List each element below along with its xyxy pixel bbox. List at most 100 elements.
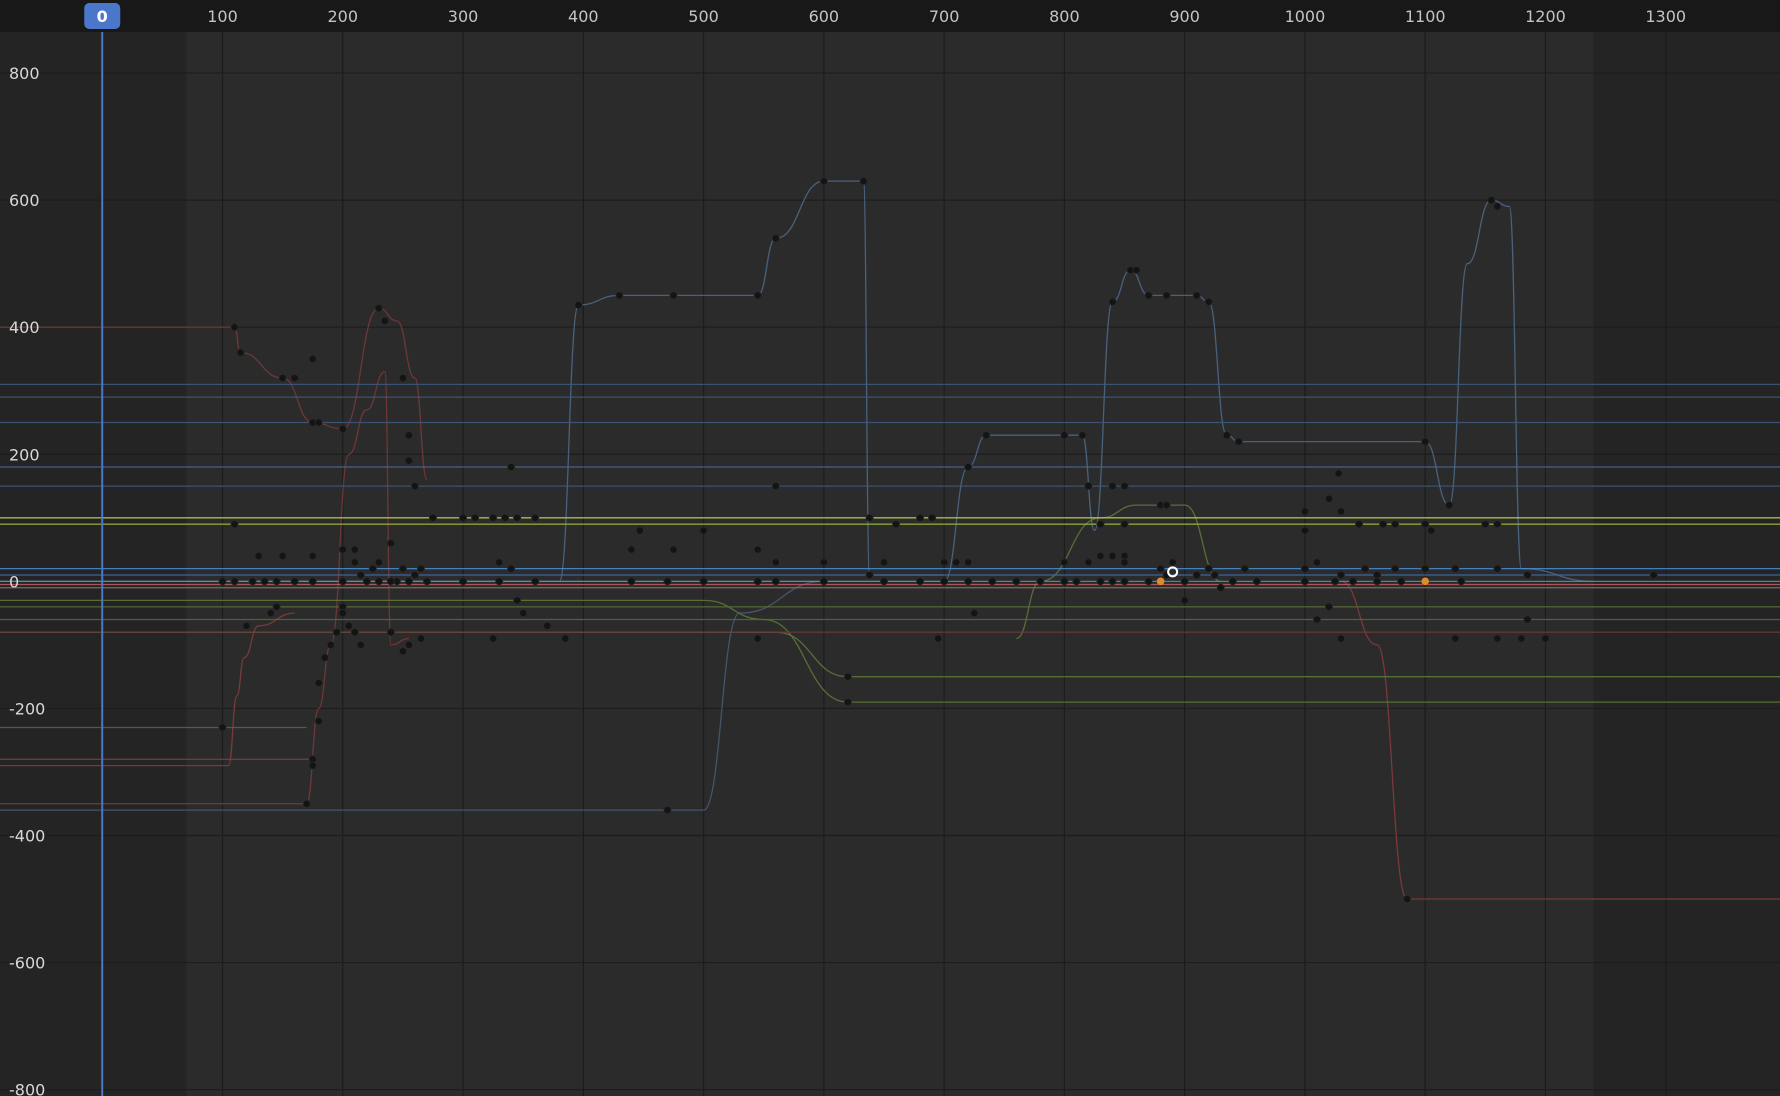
- keyframe-point[interactable]: [338, 609, 347, 618]
- keyframe-point[interactable]: [320, 653, 329, 662]
- keyframe-point[interactable]: [471, 513, 480, 522]
- keyframe-point[interactable]: [627, 577, 636, 586]
- keyframe-point[interactable]: [416, 634, 425, 643]
- keyframe-point[interactable]: [422, 577, 431, 586]
- keyframe-point[interactable]: [1180, 596, 1189, 605]
- keyframe-point[interactable]: [1451, 634, 1460, 643]
- keyframe-point[interactable]: [290, 577, 299, 586]
- keyframe-point[interactable]: [982, 431, 991, 440]
- keyframe-point[interactable]: [290, 374, 299, 383]
- keyframe-point[interactable]: [1337, 571, 1346, 580]
- keyframe-point[interactable]: [374, 577, 383, 586]
- keyframe-point[interactable]: [362, 577, 371, 586]
- keyframe-point[interactable]: [338, 545, 347, 554]
- keyframe-point[interactable]: [1373, 577, 1382, 586]
- keyframe-point[interactable]: [1060, 431, 1069, 440]
- keyframe-point[interactable]: [507, 462, 516, 471]
- keyframe-point[interactable]: [308, 551, 317, 560]
- keyframe-point[interactable]: [1493, 520, 1502, 529]
- keyframe-point[interactable]: [1391, 520, 1400, 529]
- keyframe-point[interactable]: [819, 558, 828, 567]
- keyframe-point[interactable]: [1156, 564, 1165, 573]
- keyframe-point[interactable]: [1300, 507, 1309, 516]
- keyframe-point[interactable]: [1060, 558, 1069, 567]
- keyframe-point[interactable]: [663, 806, 672, 815]
- keyframe-point[interactable]: [771, 234, 780, 243]
- keyframe-point[interactable]: [302, 799, 311, 808]
- keyframe-point[interactable]: [699, 577, 708, 586]
- keyframe-point[interactable]: [1523, 615, 1532, 624]
- keyframe-point[interactable]: [663, 577, 672, 586]
- keyframe-point[interactable]: [230, 323, 239, 332]
- keyframe-point[interactable]: [459, 513, 468, 522]
- keyframe-point[interactable]: [1421, 564, 1430, 573]
- keyframe-point[interactable]: [519, 609, 528, 618]
- keyframe-point[interactable]: [1391, 564, 1400, 573]
- keyframe-point[interactable]: [753, 634, 762, 643]
- keyframe-point[interactable]: [272, 577, 281, 586]
- keyframe-point[interactable]: [218, 577, 227, 586]
- keyframe-point[interactable]: [1144, 577, 1153, 586]
- keyframe-point[interactable]: [1523, 571, 1532, 580]
- keyframe-point[interactable]: [374, 558, 383, 567]
- keyframe-point[interactable]: [386, 539, 395, 548]
- keyframe-point[interactable]: [1168, 558, 1177, 567]
- keyframe-point[interactable]: [1541, 634, 1550, 643]
- keyframe-point[interactable]: [928, 513, 937, 522]
- keyframe-point[interactable]: [386, 577, 395, 586]
- keyframe-point[interactable]: [314, 717, 323, 726]
- keyframe-point[interactable]: [266, 609, 275, 618]
- keyframe-point[interactable]: [1493, 564, 1502, 573]
- keyframe-point[interactable]: [1210, 571, 1219, 580]
- keyframe-point[interactable]: [1096, 577, 1105, 586]
- keyframe-point[interactable]: [398, 647, 407, 656]
- keyframe-point[interactable]: [218, 723, 227, 732]
- keyframe-point[interactable]: [1324, 494, 1333, 503]
- keyframe-point[interactable]: [669, 291, 678, 300]
- keyframe-point[interactable]: [1300, 564, 1309, 573]
- keyframe-point[interactable]: [988, 577, 997, 586]
- keyframe-point[interactable]: [1012, 577, 1021, 586]
- keyframe-point[interactable]: [753, 545, 762, 554]
- keyframe-point[interactable]: [338, 424, 347, 433]
- keyframe-point[interactable]: [964, 577, 973, 586]
- keyframe-point[interactable]: [1162, 501, 1171, 510]
- keyframe-point[interactable]: [1337, 507, 1346, 516]
- keyframe-point[interactable]: [380, 316, 389, 325]
- keyframe-point[interactable]: [1180, 577, 1189, 586]
- keyframe-point[interactable]: [1120, 482, 1129, 491]
- keyframe-point[interactable]: [260, 577, 269, 586]
- keyframe-point[interactable]: [495, 558, 504, 567]
- keyframe-point[interactable]: [753, 577, 762, 586]
- keyframe-point[interactable]: [940, 558, 949, 567]
- keyframe-point[interactable]: [404, 431, 413, 440]
- keyframe-point[interactable]: [1334, 469, 1343, 478]
- keyframe-point[interactable]: [635, 526, 644, 535]
- keyframe-point[interactable]: [1096, 520, 1105, 529]
- keyframe-point[interactable]: [1234, 437, 1243, 446]
- keyframe-point[interactable]: [416, 564, 425, 573]
- keyframe-point[interactable]: [459, 577, 468, 586]
- keyframe-point[interactable]: [1222, 431, 1231, 440]
- keyframe-point[interactable]: [771, 482, 780, 491]
- keyframe-point[interactable]: [1355, 520, 1364, 529]
- keyframe-point[interactable]: [350, 628, 359, 637]
- keyframe-point[interactable]: [344, 621, 353, 630]
- keyframe-point[interactable]: [771, 558, 780, 567]
- keyframe-point[interactable]: [278, 551, 287, 560]
- keyframe-point[interactable]: [964, 462, 973, 471]
- keyframe-point[interactable]: [272, 602, 281, 611]
- keyframe-point[interactable]: [1132, 266, 1141, 275]
- keyframe-point[interactable]: [1445, 501, 1454, 510]
- keyframe-point[interactable]: [230, 577, 239, 586]
- keyframe-point-selected[interactable]: [1156, 577, 1165, 586]
- keyframe-point[interactable]: [1192, 291, 1201, 300]
- keyframe-point[interactable]: [1216, 583, 1225, 592]
- keyframe-point[interactable]: [1084, 482, 1093, 491]
- keyframe-point[interactable]: [865, 571, 874, 580]
- keyframe-point[interactable]: [970, 609, 979, 618]
- keyframe-point[interactable]: [669, 545, 678, 554]
- keyframe-point[interactable]: [1204, 564, 1213, 573]
- keyframe-point[interactable]: [1036, 577, 1045, 586]
- keyframe-point[interactable]: [1397, 577, 1406, 586]
